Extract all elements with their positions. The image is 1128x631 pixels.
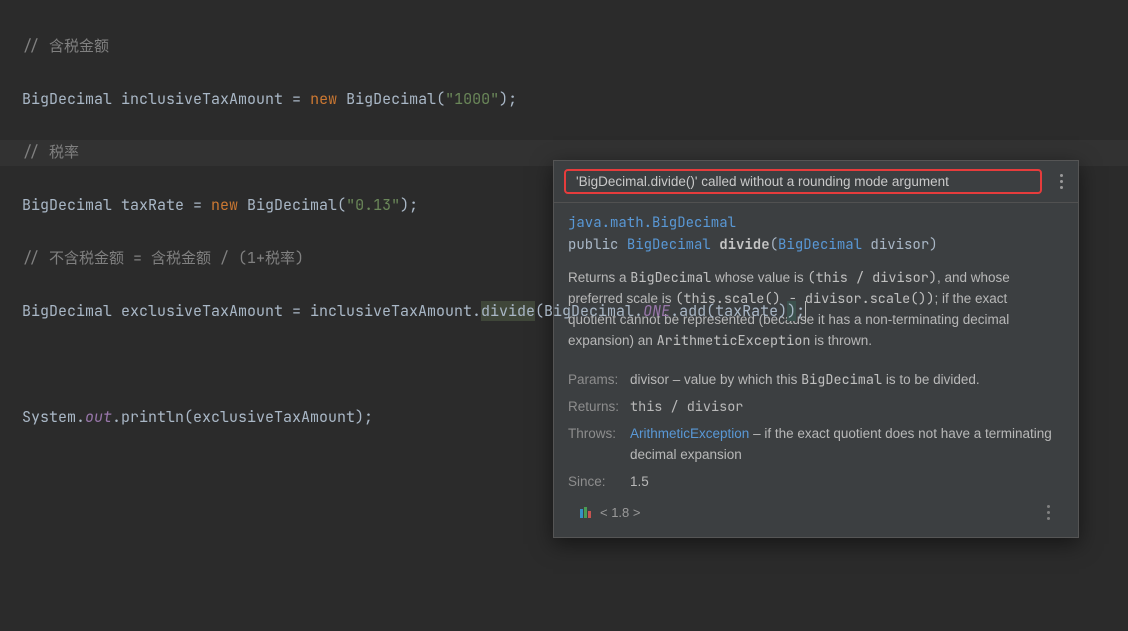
- editor-caret: [805, 301, 806, 321]
- code-line: BigDecimal exclusiveTaxAmount = inclusiv…: [22, 298, 1128, 325]
- comment: // 含税金额: [22, 36, 109, 56]
- code-line: [22, 351, 1128, 378]
- code-line: BigDecimal inclusiveTaxAmount = new BigD…: [22, 86, 1128, 113]
- comment: // 不含税金额 = 含税金额 / (1+税率): [22, 248, 304, 268]
- code-line: System.out.println(exclusiveTaxAmount);: [22, 404, 1128, 431]
- popup-footer: < 1.8 >: [568, 499, 1064, 529]
- footer-more-icon[interactable]: [1040, 505, 1056, 520]
- divide-call: divide: [481, 301, 535, 321]
- comment: // 税率: [22, 142, 79, 162]
- code-line: // 税率: [22, 139, 1128, 166]
- code-line: // 含税金额: [22, 33, 1128, 60]
- code-line: BigDecimal taxRate = new BigDecimal("0.1…: [22, 192, 1128, 219]
- library-icon: [580, 506, 594, 520]
- jdk-version-selector[interactable]: < 1.8 >: [600, 503, 640, 523]
- code-line: // 不含税金额 = 含税金额 / (1+税率): [22, 245, 1128, 272]
- since-row: Since: 1.5: [568, 472, 1064, 493]
- code-editor[interactable]: // 含税金额 BigDecimal inclusiveTaxAmount = …: [0, 0, 1128, 457]
